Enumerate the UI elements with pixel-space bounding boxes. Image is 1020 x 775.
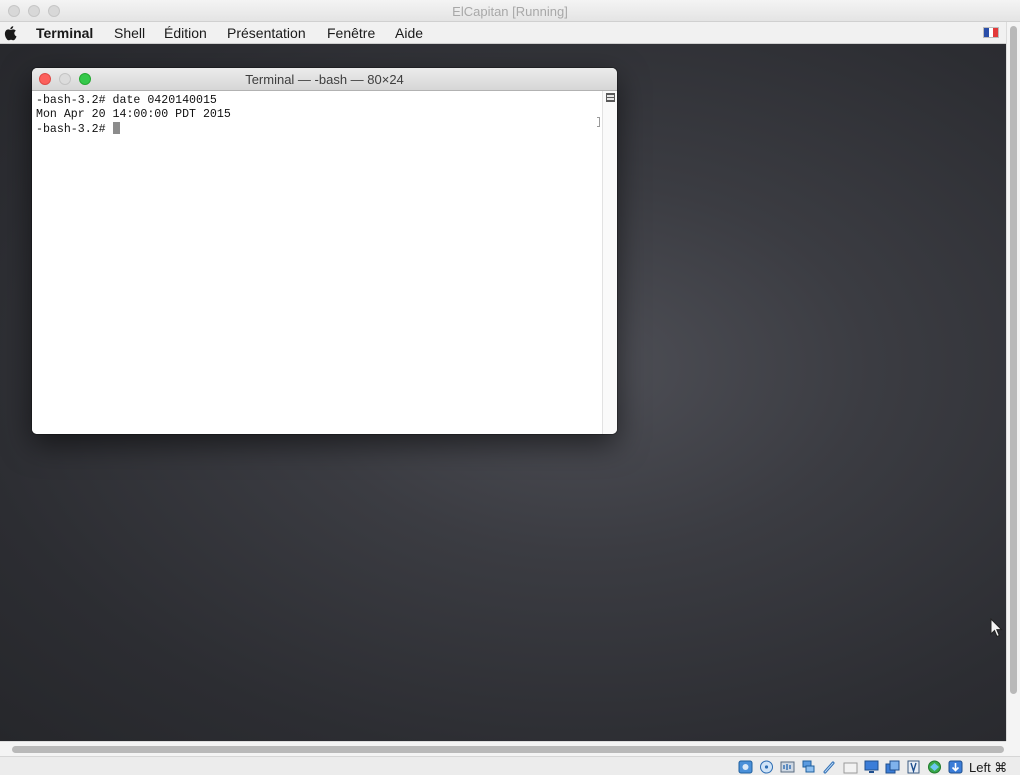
terminal-line: Mon Apr 20 14:00:00 PDT 2015 — [36, 108, 231, 121]
host-window-title: ElCapitan [Running] — [452, 4, 568, 19]
menu-shell[interactable]: Shell — [114, 25, 145, 41]
text-cursor — [112, 122, 120, 134]
terminal-scrollbar[interactable] — [602, 91, 617, 434]
split-pane-icon[interactable] — [606, 93, 615, 102]
vertical-scrollbar[interactable] — [1006, 22, 1020, 741]
menu-presentation[interactable]: Présentation — [227, 25, 306, 41]
scroll-corner — [1006, 741, 1020, 756]
virtualization-icon[interactable] — [927, 760, 942, 774]
horizontal-scroll-thumb[interactable] — [12, 746, 1004, 753]
terminal-title: Terminal — -bash — 80×24 — [245, 72, 404, 87]
display-icon[interactable] — [864, 760, 879, 774]
mark-bracket — [597, 117, 600, 127]
menu-fenetre[interactable]: Fenêtre — [327, 25, 375, 41]
terminal-window[interactable]: Terminal — -bash — 80×24 -bash-3.2# date… — [32, 68, 617, 434]
menu-terminal[interactable]: Terminal — [36, 25, 93, 41]
recording-icon[interactable] — [906, 760, 921, 774]
shared-folder-icon[interactable] — [843, 760, 858, 774]
french-flag-icon[interactable] — [983, 27, 999, 38]
mouse-pointer-icon — [990, 618, 1003, 638]
menu-edition[interactable]: Édition — [164, 25, 207, 41]
host-window-titlebar: ElCapitan [Running] — [0, 0, 1020, 22]
terminal-titlebar[interactable]: Terminal — -bash — 80×24 — [32, 68, 617, 91]
terminal-content[interactable]: -bash-3.2# date 0420140015 Mon Apr 20 14:… — [32, 91, 602, 434]
mouse-integration-icon[interactable] — [948, 760, 963, 774]
optical-drive-icon[interactable] — [759, 760, 774, 774]
menu-aide[interactable]: Aide — [395, 25, 423, 41]
menu-bar: Terminal Shell Édition Présentation Fenê… — [0, 22, 1006, 44]
terminal-prompt: -bash-3.2# — [36, 123, 113, 136]
apple-menu-icon[interactable] — [3, 25, 17, 41]
audio-icon[interactable] — [780, 760, 795, 774]
guest-desktop[interactable]: Terminal Shell Édition Présentation Fenê… — [0, 22, 1006, 741]
host-key-label: Left ⌘ — [969, 760, 1008, 775]
horizontal-scrollbar[interactable] — [0, 741, 1006, 756]
hard-disk-icon[interactable] — [738, 760, 753, 774]
terminal-line: -bash-3.2# date 0420140015 — [36, 94, 217, 107]
network-icon[interactable] — [801, 760, 816, 774]
vm-status-bar: Left ⌘ — [0, 756, 1020, 775]
usb-icon[interactable] — [822, 760, 837, 774]
video-capture-icon[interactable] — [885, 760, 900, 774]
vertical-scroll-thumb[interactable] — [1010, 26, 1017, 694]
terminal-output: -bash-3.2# date 0420140015 Mon Apr 20 14:… — [36, 94, 231, 137]
